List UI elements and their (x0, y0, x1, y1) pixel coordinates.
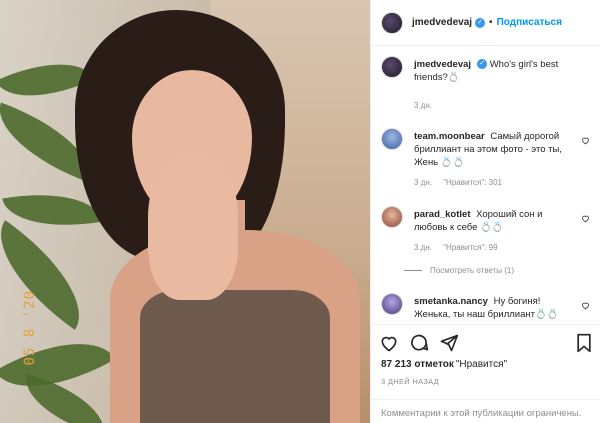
caption-avatar[interactable] (381, 56, 403, 78)
comment-author[interactable]: team.moonbear (414, 131, 485, 142)
post-actions: 87 213 отметок "Нравится" 3 ДНЕЙ НАЗАД Ко… (371, 324, 600, 423)
post-photo[interactable]: 05 8 '20 (0, 0, 370, 423)
comments-list[interactable]: jmedvedevaj ✓ Who's girl's best friends?💍… (371, 46, 600, 324)
view-replies-button[interactable]: Посмотреть ответы (1) (404, 266, 514, 275)
post-header: jmedvedevaj ✓ • Подписаться (371, 0, 600, 46)
post-date[interactable]: 3 ДНЕЙ НАЗАД (381, 377, 439, 386)
caption-time[interactable]: 3 дн. (414, 101, 432, 110)
commenter-avatar[interactable] (381, 206, 403, 228)
heart-icon[interactable] (379, 333, 399, 353)
comment-item: team.moonbear Самый дорогой бриллиант на… (381, 128, 596, 198)
comments-closed-notice: Комментарии к этой публикации ограничены… (371, 399, 600, 423)
separator-dot: • (489, 17, 493, 28)
verified-icon: ✓ (475, 17, 486, 28)
comment-item: parad_kotlet Хороший сон и любовь к себе… (381, 206, 596, 286)
comment-likes[interactable]: "Нравится": 301 (443, 178, 502, 187)
commenter-avatar[interactable] (381, 293, 403, 315)
comment-time[interactable]: 3 дн. (414, 178, 432, 187)
comment-icon[interactable] (409, 333, 429, 353)
author-avatar[interactable] (381, 11, 403, 34)
heart-icon[interactable] (581, 136, 590, 145)
author-username[interactable]: jmedvedevaj (412, 17, 472, 28)
bookmark-icon[interactable] (574, 333, 594, 353)
verified-icon: ✓ (477, 59, 488, 70)
comment-likes[interactable]: "Нравится": 99 (443, 243, 497, 252)
heart-icon[interactable] (581, 301, 590, 310)
commenter-avatar[interactable] (381, 128, 403, 150)
comment-author[interactable]: smetanka.nancy (414, 296, 488, 307)
comment-author[interactable]: parad_kotlet (414, 209, 471, 220)
comment-item: smetanka.nancy Ну богиня! Женька, ты наш… (381, 293, 596, 324)
heart-icon[interactable] (581, 214, 590, 223)
likes-count[interactable]: 87 213 отметок "Нравится" (381, 359, 507, 370)
comment-time[interactable]: 3 дн. (414, 243, 432, 252)
caption: jmedvedevaj ✓ Who's girl's best friends?💍… (381, 56, 596, 116)
follow-button[interactable]: Подписаться (497, 17, 562, 28)
caption-author[interactable]: jmedvedevaj (414, 59, 471, 70)
share-icon[interactable] (439, 333, 459, 353)
post-panel: jmedvedevaj ✓ • Подписаться jmedvedevaj ✓… (370, 0, 600, 423)
photo-date-stamp: 05 8 '20 (22, 290, 38, 366)
